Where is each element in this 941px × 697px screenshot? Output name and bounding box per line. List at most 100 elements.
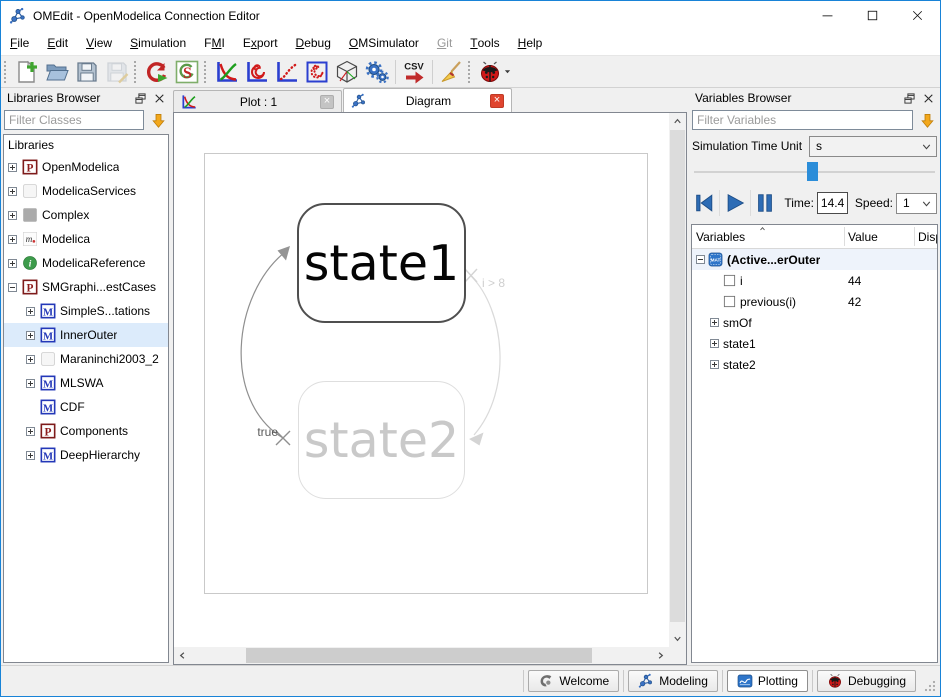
- variable-row-previous-i[interactable]: previous(i)42: [692, 291, 937, 312]
- library-item-openmodelica[interactable]: POpenModelica: [4, 155, 168, 179]
- library-item-complex[interactable]: Complex: [4, 203, 168, 227]
- vertical-scrollbar[interactable]: [669, 113, 686, 647]
- minimize-button[interactable]: [805, 1, 850, 30]
- play-button[interactable]: [723, 189, 747, 217]
- filter-variables-input[interactable]: [692, 110, 913, 130]
- expander-plus-icon[interactable]: [8, 187, 17, 196]
- diagram-canvas[interactable]: state1 state2 true i > 8: [174, 113, 669, 647]
- library-item-simples-tations[interactable]: MSimpleS...tations: [4, 299, 168, 323]
- debugger-button[interactable]: [476, 58, 514, 86]
- horizontal-scrollbar-thumb[interactable]: [246, 648, 592, 663]
- diagram-window-button[interactable]: [362, 58, 392, 86]
- expander-minus-icon[interactable]: [8, 283, 17, 292]
- expander-plus-icon[interactable]: [26, 331, 35, 340]
- rewind-button[interactable]: [692, 189, 716, 217]
- expander-plus-icon[interactable]: [26, 307, 35, 316]
- expander-plus-icon[interactable]: [26, 379, 35, 388]
- state1-block[interactable]: state1: [297, 203, 466, 323]
- perspective-plotting-button[interactable]: Plotting: [727, 670, 808, 692]
- expander-plus-icon[interactable]: [710, 360, 719, 369]
- column-value[interactable]: Value: [848, 225, 878, 248]
- time-slider-handle[interactable]: [807, 162, 818, 181]
- variable-row-active-erouter[interactable]: MAT(Active...erOuter: [692, 249, 937, 270]
- column-variables[interactable]: Variables: [696, 225, 745, 248]
- library-item-modelica[interactable]: mModelica: [4, 227, 168, 251]
- column-resize-handle[interactable]: [844, 227, 845, 246]
- toolbar-handle[interactable]: [4, 61, 9, 83]
- menu-edit[interactable]: Edit: [38, 30, 77, 55]
- toolbar-handle[interactable]: [468, 61, 473, 83]
- library-item-mlswa[interactable]: MMLSWA: [4, 371, 168, 395]
- perspective-debugging-button[interactable]: Debugging: [817, 670, 916, 692]
- tab-close-button[interactable]: ×: [320, 95, 334, 109]
- scroll-left-button[interactable]: [174, 647, 191, 664]
- menu-view[interactable]: View: [77, 30, 121, 55]
- expander-plus-icon[interactable]: [8, 259, 17, 268]
- library-item-innerouter[interactable]: MInnerOuter: [4, 323, 168, 347]
- library-item-maraninchi2003-2[interactable]: Maraninchi2003_2: [4, 347, 168, 371]
- library-item-modelicareference[interactable]: iModelicaReference: [4, 251, 168, 275]
- menu-fmi[interactable]: FMI: [195, 30, 234, 55]
- transition-state2-to-state1-curve[interactable]: [241, 252, 285, 438]
- library-item-deephierarchy[interactable]: MDeepHierarchy: [4, 443, 168, 467]
- dock-float-button[interactable]: [132, 90, 148, 106]
- menu-export[interactable]: Export: [234, 30, 287, 55]
- tab-plot-1[interactable]: Plot : 1×: [173, 90, 342, 112]
- filter-classes-options-button[interactable]: [148, 110, 168, 130]
- speed-select[interactable]: 1: [896, 193, 937, 214]
- expander-minus-icon[interactable]: [696, 255, 705, 264]
- maximize-button[interactable]: [850, 1, 895, 30]
- close-button[interactable]: [895, 1, 940, 30]
- horizontal-scrollbar[interactable]: [174, 647, 669, 664]
- new-parametric-plot-button[interactable]: [242, 58, 272, 86]
- expander-plus-icon[interactable]: [26, 451, 35, 460]
- resize-grip[interactable]: [924, 680, 936, 692]
- library-item-cdf[interactable]: MCDF: [4, 395, 168, 419]
- filter-classes-input[interactable]: [4, 110, 144, 130]
- new-plot-window-button[interactable]: [212, 58, 242, 86]
- plot-checkbox[interactable]: [723, 295, 736, 308]
- save-button[interactable]: [72, 58, 102, 86]
- time-slider[interactable]: [694, 160, 935, 184]
- clear-plot-window-button[interactable]: [436, 58, 466, 86]
- plot-checkbox[interactable]: [723, 274, 736, 287]
- scroll-down-button[interactable]: [669, 630, 686, 647]
- variable-row-smof[interactable]: smOf: [692, 312, 937, 333]
- expander-plus-icon[interactable]: [710, 318, 719, 327]
- variable-row-state2[interactable]: state2: [692, 354, 937, 375]
- toolbar-handle[interactable]: [134, 61, 139, 83]
- library-item-components[interactable]: PComponents: [4, 419, 168, 443]
- toolbar-handle[interactable]: [204, 61, 209, 83]
- expander-plus-icon[interactable]: [8, 235, 17, 244]
- menu-tools[interactable]: Tools: [461, 30, 508, 55]
- new-modelica-class-button[interactable]: [12, 58, 42, 86]
- menu-help[interactable]: Help: [509, 30, 552, 55]
- state2-block[interactable]: state2: [298, 381, 465, 499]
- menu-git[interactable]: Git: [428, 30, 461, 55]
- filter-variables-options-button[interactable]: [917, 110, 937, 130]
- scroll-right-button[interactable]: [652, 647, 669, 664]
- new-array-parametric-plot-button[interactable]: [302, 58, 332, 86]
- expander-plus-icon[interactable]: [8, 211, 17, 220]
- perspective-modeling-button[interactable]: Modeling: [628, 670, 718, 692]
- time-unit-select[interactable]: s: [809, 136, 937, 157]
- open-model-button[interactable]: [42, 58, 72, 86]
- tab-close-button[interactable]: ×: [490, 94, 504, 108]
- dock-close-button[interactable]: [920, 90, 936, 106]
- scroll-up-button[interactable]: [669, 113, 686, 130]
- re-simulate-button[interactable]: [142, 58, 172, 86]
- expander-plus-icon[interactable]: [26, 355, 35, 364]
- new-array-plot-button[interactable]: [272, 58, 302, 86]
- dropdown-arrow-icon[interactable]: [503, 67, 512, 76]
- expander-plus-icon[interactable]: [26, 427, 35, 436]
- tab-diagram[interactable]: Diagram×: [343, 88, 512, 112]
- vertical-scrollbar-thumb[interactable]: [670, 130, 685, 622]
- column-display-unit[interactable]: Displ: [918, 225, 938, 248]
- export-csv-button[interactable]: CSV: [399, 58, 429, 86]
- variable-row-i[interactable]: i44: [692, 270, 937, 291]
- pause-button[interactable]: [754, 189, 778, 217]
- animation-window-button[interactable]: [332, 58, 362, 86]
- dock-float-button[interactable]: [901, 90, 917, 106]
- menu-omsimulator[interactable]: OMSimulator: [340, 30, 428, 55]
- column-resize-handle[interactable]: [914, 227, 915, 246]
